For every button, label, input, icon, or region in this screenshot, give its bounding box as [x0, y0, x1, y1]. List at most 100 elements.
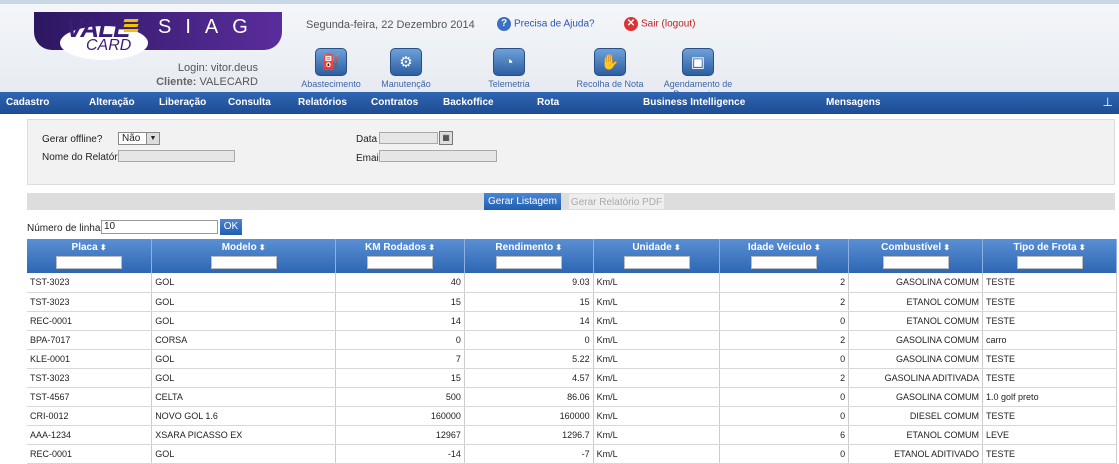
column-filter-input[interactable]	[1016, 256, 1083, 269]
table-cell: CRI-0012	[27, 406, 153, 426]
offline-select-value: Não	[122, 133, 141, 144]
table-row[interactable]: AAA-1234 XSARA PICASSO EX 12967 1296.7 Km/L 6…	[27, 425, 1117, 445]
calendar-icon[interactable]: ▦	[439, 131, 453, 145]
column-header[interactable]: KM Rodados ⬍	[335, 239, 465, 273]
menu-liberacao[interactable]: Liberação	[159, 97, 206, 108]
column-filter-input[interactable]	[882, 256, 949, 269]
table-cell: GOL	[151, 273, 337, 293]
table-cell: TST-4567	[27, 387, 153, 407]
offline-label: Gerar offline?	[42, 134, 103, 145]
table-cell: ETANOL COMUM	[848, 311, 984, 331]
module-recolha-nota[interactable]: ✋ Recolha de Nota	[575, 48, 645, 89]
generate-list-button[interactable]: Gerar Listagem	[484, 193, 561, 210]
sort-icon[interactable]: ⬍	[98, 243, 107, 252]
column-header[interactable]: Unidade ⬍	[593, 239, 721, 273]
generate-pdf-button[interactable]: Gerar Relatório PDF	[568, 193, 665, 210]
sort-icon[interactable]: ⬍	[1077, 243, 1086, 252]
table-row[interactable]: CRI-0012 NOVO GOL 1.6 160000 160000 Km/L 0 DIE…	[27, 406, 1117, 426]
table-row[interactable]: KLE-0001 GOL 7 5.22 Km/L 0 GASOLINA COMUM TESTE	[27, 349, 1117, 369]
menu-relatorios[interactable]: Relatórios	[298, 97, 347, 108]
table-cell: REC-0001	[27, 444, 153, 464]
column-header[interactable]: Combustível ⬍	[848, 239, 984, 273]
module-abastecimento[interactable]: ⛽ Abastecimento	[298, 48, 364, 89]
table-cell: 40	[335, 273, 465, 293]
table-cell: 7	[335, 349, 465, 369]
table-cell: Km/L	[593, 444, 721, 464]
table-cell: 2	[719, 330, 850, 350]
menu-business-intelligence[interactable]: Business Intelligence	[643, 97, 745, 108]
table-row[interactable]: TST-3023 GOL 15 4.57 Km/L 2 GASOLINA ADITIVADA…	[27, 368, 1117, 388]
table-cell: TESTE	[982, 311, 1117, 331]
sort-icon[interactable]: ⬍	[426, 243, 435, 252]
rows-ok-button[interactable]: OK	[220, 219, 242, 235]
column-filter-input[interactable]	[56, 256, 123, 269]
rows-count-input[interactable]: 10	[101, 220, 218, 234]
sort-icon[interactable]: ⬍	[812, 243, 821, 252]
sort-icon[interactable]: ⬍	[257, 243, 266, 252]
table-row[interactable]: TST-3023 GOL 15 15 Km/L 2 ETANOL COMUM TESTE	[27, 292, 1117, 312]
column-header-label: Unidade	[632, 242, 672, 253]
table-cell: 6	[719, 425, 850, 445]
module-telemetria[interactable]: ◔ Telemetria	[486, 48, 532, 89]
menu-mensagens[interactable]: Mensagens	[826, 97, 880, 108]
column-header-label: Placa	[71, 242, 98, 253]
table-cell: TST-3023	[27, 292, 153, 312]
help-link[interactable]: ? Precisa de Ajuda?	[497, 17, 595, 31]
table-cell: GOL	[151, 292, 337, 312]
column-header[interactable]: Placa ⬍	[27, 239, 153, 273]
module-manutencao[interactable]: ⚙ Manutenção	[371, 48, 441, 89]
sort-icon[interactable]: ⬍	[672, 243, 681, 252]
email-label: Email	[356, 153, 382, 164]
table-header-row: Placa ⬍ Modelo ⬍ KM Rodados ⬍ Rendimento ⬍ U…	[27, 239, 1117, 273]
pin-icon[interactable]: ⊥	[1103, 95, 1113, 109]
column-header[interactable]: Modelo ⬍	[151, 239, 337, 273]
table-cell: Km/L	[593, 368, 721, 388]
sort-icon[interactable]: ⬍	[941, 243, 950, 252]
client-name: VALECARD	[199, 76, 258, 88]
table-row[interactable]: TST-3023 GOL 40 9.03 Km/L 2 GASOLINA COMUM TEST…	[27, 273, 1117, 293]
column-header[interactable]: Tipo de Frota ⬍	[982, 239, 1117, 273]
table-row[interactable]: BPA-7017 CORSA 0 0 Km/L 2 GASOLINA COMUM carro	[27, 330, 1117, 350]
table-cell: Km/L	[593, 406, 721, 426]
wrench-icon: ⚙	[390, 48, 422, 76]
column-header[interactable]: Idade Veículo ⬍	[719, 239, 850, 273]
table-cell: TST-3023	[27, 273, 153, 293]
login-info: Login: vitor.deus Cliente: VALECARD	[150, 61, 258, 89]
logout-link[interactable]: ✕ Sair (logout)	[624, 17, 695, 31]
menu-consulta[interactable]: Consulta	[228, 97, 271, 108]
column-filter-input[interactable]	[367, 256, 434, 269]
table-cell: 160000	[464, 406, 594, 426]
column-header[interactable]: Rendimento ⬍	[464, 239, 594, 273]
table-row[interactable]: TST-4567 CELTA 500 86.06 Km/L 0 GASOLINA COMUM…	[27, 387, 1117, 407]
column-filter-input[interactable]	[495, 256, 562, 269]
column-filter-input[interactable]	[623, 256, 690, 269]
table-cell: GOL	[151, 311, 337, 331]
module-label: Abastecimento	[301, 79, 361, 89]
brand-stripes-icon	[123, 19, 139, 33]
table-cell: 12967	[335, 425, 465, 445]
menu-cadastro[interactable]: Cadastro	[6, 97, 49, 108]
table-cell: 1.0 golf preto	[982, 387, 1117, 407]
menu-contratos[interactable]: Contratos	[371, 97, 418, 108]
column-filter-input[interactable]	[210, 256, 277, 269]
column-filter-input[interactable]	[751, 256, 818, 269]
logout-link-label: Sair (logout)	[641, 18, 696, 30]
email-field[interactable]	[379, 150, 497, 162]
table-cell: CORSA	[151, 330, 337, 350]
offline-select[interactable]: Não ▼	[118, 132, 160, 145]
sort-icon[interactable]: ⬍	[553, 243, 562, 252]
table-cell: KLE-0001	[27, 349, 153, 369]
report-name-field[interactable]	[118, 150, 235, 162]
date-field[interactable]	[379, 132, 438, 144]
table-cell: 2	[719, 292, 850, 312]
table-cell: TESTE	[982, 292, 1117, 312]
table-row[interactable]: REC-0001 GOL -14 -7 Km/L 0 ETANOL ADITIVADO TES…	[27, 444, 1117, 464]
menu-backoffice[interactable]: Backoffice	[443, 97, 494, 108]
brand-logo-card: CARD	[86, 37, 132, 54]
menu-alteracao[interactable]: Alteração	[89, 97, 135, 108]
login-label: Login:	[177, 62, 208, 74]
menu-rota[interactable]: Rota	[537, 97, 559, 108]
column-header-label: Combustível	[881, 242, 942, 253]
table-row[interactable]: REC-0001 GOL 14 14 Km/L 0 ETANOL COMUM TESTE	[27, 311, 1117, 331]
table-cell: Km/L	[593, 311, 721, 331]
